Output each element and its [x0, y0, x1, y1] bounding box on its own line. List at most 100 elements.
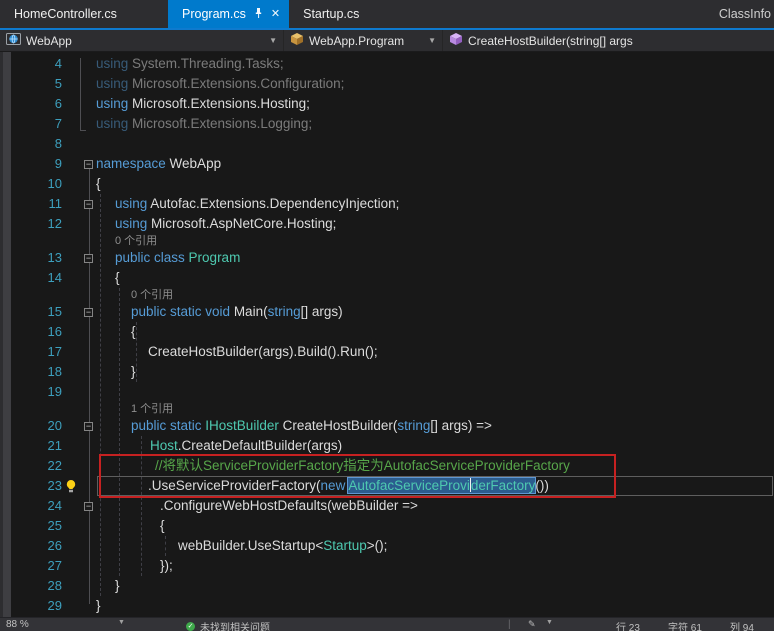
line-number[interactable]: 12	[0, 214, 62, 234]
code-line[interactable]: 21Host.CreateDefaultBuilder(args)	[0, 436, 774, 456]
zoom-chevron-icon[interactable]: ▼	[118, 619, 125, 626]
tab-homecontroller[interactable]: HomeController.cs	[0, 0, 168, 28]
line-number[interactable]: 8	[0, 134, 62, 154]
line-number[interactable]: 5	[0, 74, 62, 94]
codelens-references[interactable]: 0 个引用	[96, 234, 774, 248]
tab-classinfo[interactable]: ClassInfo	[705, 0, 774, 28]
fold-collapse-icon[interactable]: −	[84, 160, 93, 169]
code-line[interactable]: 27});	[0, 556, 774, 576]
fold-column	[80, 74, 96, 94]
code-line[interactable]: 18}	[0, 362, 774, 382]
line-number[interactable]: 4	[0, 54, 62, 74]
code-line[interactable]: 22 //将默认ServiceProviderFactory指定为AutofacS…	[0, 456, 774, 476]
code-line[interactable]: 17CreateHostBuilder(args).Build().Run();	[0, 342, 774, 362]
code-line[interactable]: 14{	[0, 268, 774, 288]
codelens-references[interactable]: 0 个引用	[96, 288, 774, 302]
line-number[interactable]: 17	[0, 342, 62, 362]
cursor-char-indicator[interactable]: 字符 61	[668, 619, 702, 631]
line-number[interactable]: 22	[0, 456, 62, 476]
line-number[interactable]: 21	[0, 436, 62, 456]
project-dropdown[interactable]: WebApp ▼	[0, 30, 284, 51]
line-number[interactable]: 6	[0, 94, 62, 114]
codelens-row[interactable]: 0 个引用	[0, 234, 774, 248]
line-number[interactable]: 28	[0, 576, 62, 596]
line-number[interactable]: 26	[0, 536, 62, 556]
line-number[interactable]: 20	[0, 416, 62, 436]
bulb-column	[62, 456, 80, 476]
pen-chevron-icon[interactable]: ▼	[546, 619, 553, 626]
code-line[interactable]: 10{	[0, 174, 774, 194]
code-line[interactable]: 26webBuilder.UseStartup<Startup>();	[0, 536, 774, 556]
codelens-row[interactable]: 0 个引用	[0, 288, 774, 302]
line-number[interactable]: 27	[0, 556, 62, 576]
type-dropdown[interactable]: WebApp.Program ▼	[284, 30, 443, 51]
pin-icon[interactable]	[253, 7, 264, 22]
code-line[interactable]: 9−namespace WebApp	[0, 154, 774, 174]
code-text	[96, 134, 774, 154]
zoom-level[interactable]: 88 %	[6, 619, 29, 630]
line-number[interactable]: 19	[0, 382, 62, 402]
line-number[interactable]: 29	[0, 596, 62, 616]
token-cm: //将默认ServiceProviderFactory指定为AutofacSer…	[155, 458, 570, 473]
project-label: WebApp	[26, 34, 72, 48]
line-number[interactable]	[0, 402, 62, 416]
line-number[interactable]: 25	[0, 516, 62, 536]
bulb-column	[62, 576, 80, 596]
fold-collapse-icon[interactable]: −	[84, 502, 93, 511]
fold-column	[80, 214, 96, 234]
pen-icon[interactable]: ✎	[528, 619, 536, 630]
close-icon[interactable]: ✕	[271, 9, 280, 20]
code-line[interactable]: 20−public static IHostBuilder CreateHost…	[0, 416, 774, 436]
health-text[interactable]: 未找到相关问题	[200, 619, 270, 631]
line-number[interactable]: 23	[0, 476, 62, 496]
fold-column	[80, 576, 96, 596]
line-number[interactable]: 9	[0, 154, 62, 174]
line-number[interactable]: 11	[0, 194, 62, 214]
line-number[interactable]: 16	[0, 322, 62, 342]
line-number[interactable]: 10	[0, 174, 62, 194]
code-line[interactable]: 25{	[0, 516, 774, 536]
line-number[interactable]: 13	[0, 248, 62, 268]
fold-collapse-icon[interactable]: −	[84, 422, 93, 431]
fold-collapse-icon[interactable]: −	[84, 200, 93, 209]
tab-program[interactable]: Program.cs ✕	[168, 0, 289, 28]
code-line[interactable]: 4using System.Threading.Tasks;	[0, 54, 774, 74]
codelens-row[interactable]: 1 个引用	[0, 402, 774, 416]
line-number[interactable]: 7	[0, 114, 62, 134]
fold-collapse-icon[interactable]: −	[84, 308, 93, 317]
code-line[interactable]: 5using Microsoft.Extensions.Configuratio…	[0, 74, 774, 94]
code-line[interactable]: 24−.ConfigureWebHostDefaults(webBuilder …	[0, 496, 774, 516]
cursor-col-indicator[interactable]: 列 94	[730, 619, 754, 631]
line-number[interactable]: 15	[0, 302, 62, 322]
code-line[interactable]: 28}	[0, 576, 774, 596]
cursor-line-indicator[interactable]: 行 23	[616, 619, 640, 631]
code-line[interactable]: 13−public class Program	[0, 248, 774, 268]
fold-collapse-icon[interactable]: −	[84, 254, 93, 263]
line-number[interactable]	[0, 234, 62, 248]
code-surface[interactable]: 4using System.Threading.Tasks;5using Mic…	[0, 52, 774, 616]
line-number[interactable]	[0, 288, 62, 302]
code-line[interactable]: 29}	[0, 596, 774, 616]
quick-actions-lightbulb-icon[interactable]	[62, 476, 80, 496]
code-line[interactable]: 23.UseServiceProviderFactory(new Autofac…	[0, 476, 774, 496]
line-number[interactable]: 14	[0, 268, 62, 288]
bulb-column	[62, 362, 80, 382]
code-editor[interactable]: 4using System.Threading.Tasks;5using Mic…	[0, 52, 774, 617]
code-line[interactable]: 16{	[0, 322, 774, 342]
code-line[interactable]: 11−using Autofac.Extensions.DependencyIn…	[0, 194, 774, 214]
code-line[interactable]: 8	[0, 134, 774, 154]
token-kw: string	[397, 418, 430, 433]
code-line[interactable]: 19	[0, 382, 774, 402]
code-line[interactable]: 6using Microsoft.Extensions.Hosting;	[0, 94, 774, 114]
code-line[interactable]: 12using Microsoft.AspNetCore.Hosting;	[0, 214, 774, 234]
health-check-icon[interactable]: ✓	[186, 619, 195, 631]
line-number[interactable]: 24	[0, 496, 62, 516]
tab-startup[interactable]: Startup.cs	[289, 0, 373, 28]
code-line[interactable]: 15−public static void Main(string[] args…	[0, 302, 774, 322]
code-text: }	[96, 596, 774, 616]
member-dropdown[interactable]: CreateHostBuilder(string[] args	[443, 30, 774, 51]
codelens-references[interactable]: 1 个引用	[96, 402, 774, 416]
token-tx: webBuilder.UseStartup<	[178, 538, 323, 553]
code-line[interactable]: 7using Microsoft.Extensions.Logging;	[0, 114, 774, 134]
line-number[interactable]: 18	[0, 362, 62, 382]
